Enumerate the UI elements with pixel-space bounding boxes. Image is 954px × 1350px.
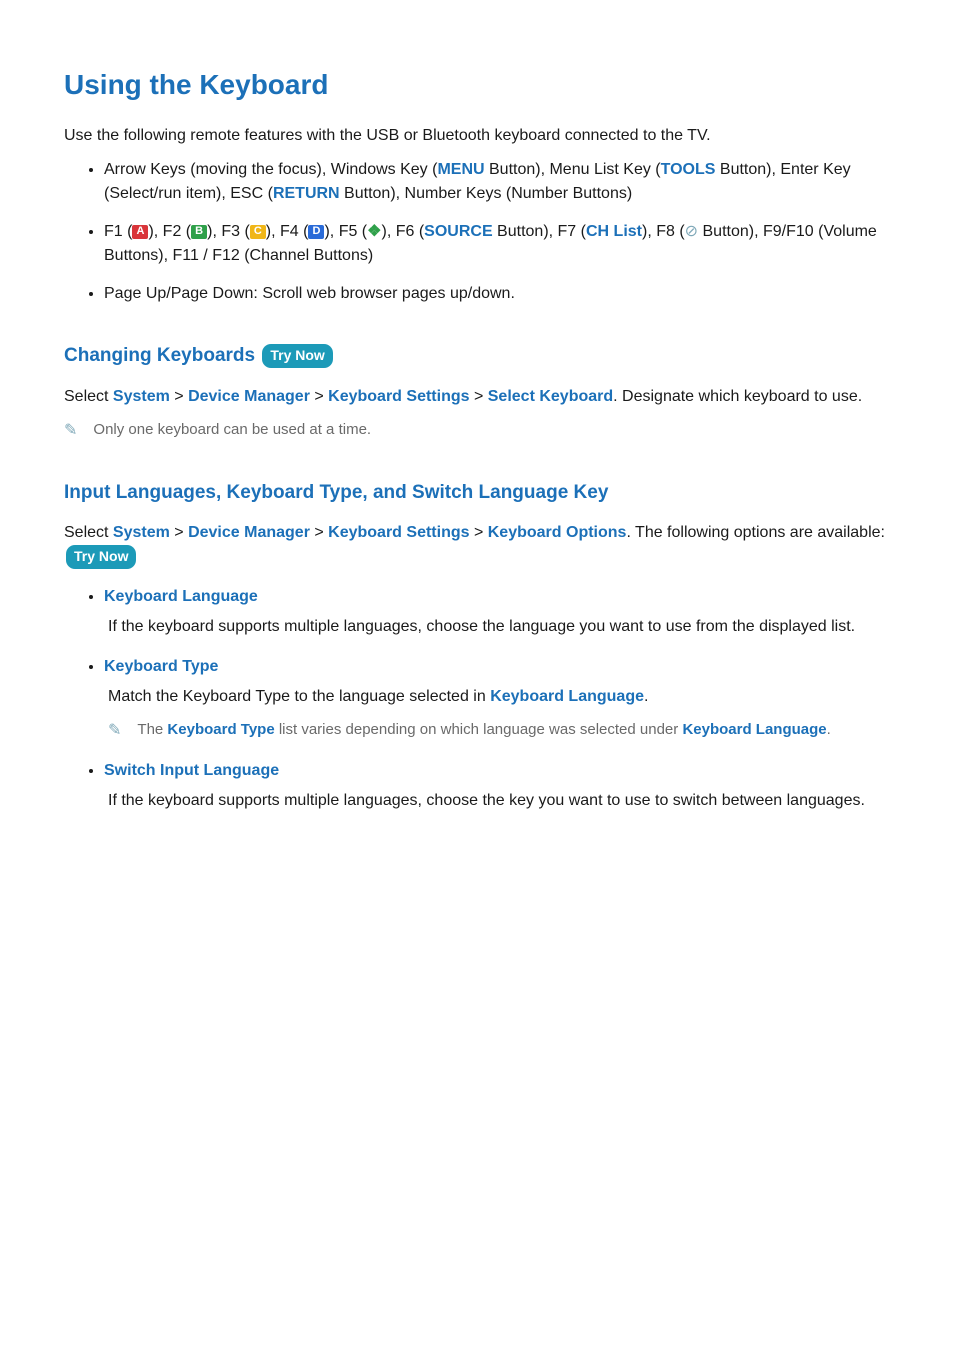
chlist-key: CH List — [586, 223, 642, 240]
keyboard-language-ref: Keyboard Language — [490, 688, 644, 705]
b-key-icon: B — [191, 225, 207, 239]
option-keyboard-type: Keyboard Type Match the Keyboard Type to… — [104, 655, 890, 743]
voice-icon: ❖ — [367, 223, 381, 240]
note-keyboard-type: ✎ The Keyboard Type list varies dependin… — [104, 719, 890, 743]
feature-list: Arrow Keys (moving the focus), Windows K… — [64, 158, 890, 306]
keyboard-type-ref: Keyboard Type — [167, 721, 274, 738]
tools-key: TOOLS — [661, 161, 716, 178]
path-keyboard-settings: Keyboard Settings — [328, 524, 469, 541]
d-key-icon: D — [308, 225, 324, 239]
intro-text: Use the following remote features with t… — [64, 124, 890, 148]
option-title: Keyboard Type — [104, 655, 890, 679]
return-key: RETURN — [273, 185, 340, 202]
keyboard-language-ref: Keyboard Language — [682, 721, 826, 738]
list-item: Page Up/Page Down: Scroll web browser pa… — [104, 282, 890, 306]
option-keyboard-language: Keyboard Language If the keyboard suppor… — [104, 585, 890, 639]
pencil-icon: ✎ — [64, 419, 77, 443]
path-keyboard-settings: Keyboard Settings — [328, 388, 469, 405]
menu-key: MENU — [437, 161, 484, 178]
list-item: F1 (A), F2 (B), F3 (C), F4 (D), F5 (❖), … — [104, 220, 890, 268]
source-key: SOURCE — [424, 223, 492, 240]
option-title: Switch Input Language — [104, 759, 890, 783]
section-changing-keyboards: Changing Keyboards Try Now — [64, 342, 890, 371]
options-list: Keyboard Language If the keyboard suppor… — [64, 585, 890, 813]
option-body: Match the Keyboard Type to the language … — [104, 685, 890, 709]
try-now-pill[interactable]: Try Now — [66, 545, 136, 569]
c-key-icon: C — [250, 225, 266, 239]
path-system: System — [113, 524, 170, 541]
path-device-manager: Device Manager — [188, 524, 310, 541]
keyboard-options-path: Select System > Device Manager > Keyboar… — [64, 521, 890, 569]
path-device-manager: Device Manager — [188, 388, 310, 405]
option-body: If the keyboard supports multiple langua… — [104, 789, 890, 813]
a-key-icon: A — [132, 225, 148, 239]
path-select-keyboard: Select Keyboard — [488, 388, 613, 405]
path-keyboard-options: Keyboard Options — [488, 524, 627, 541]
option-title: Keyboard Language — [104, 585, 890, 609]
pencil-icon: ✎ — [108, 719, 121, 743]
section-input-languages: Input Languages, Keyboard Type, and Swit… — [64, 479, 890, 508]
path-system: System — [113, 388, 170, 405]
mute-icon: ⊘ — [685, 223, 698, 240]
changing-keyboards-path: Select System > Device Manager > Keyboar… — [64, 385, 890, 409]
try-now-pill[interactable]: Try Now — [262, 344, 332, 368]
option-switch-input-language: Switch Input Language If the keyboard su… — [104, 759, 890, 813]
list-item: Arrow Keys (moving the focus), Windows K… — [104, 158, 890, 206]
option-body: If the keyboard supports multiple langua… — [104, 615, 890, 639]
page-title: Using the Keyboard — [64, 64, 890, 106]
note-one-keyboard: ✎ Only one keyboard can be used at a tim… — [64, 419, 890, 443]
